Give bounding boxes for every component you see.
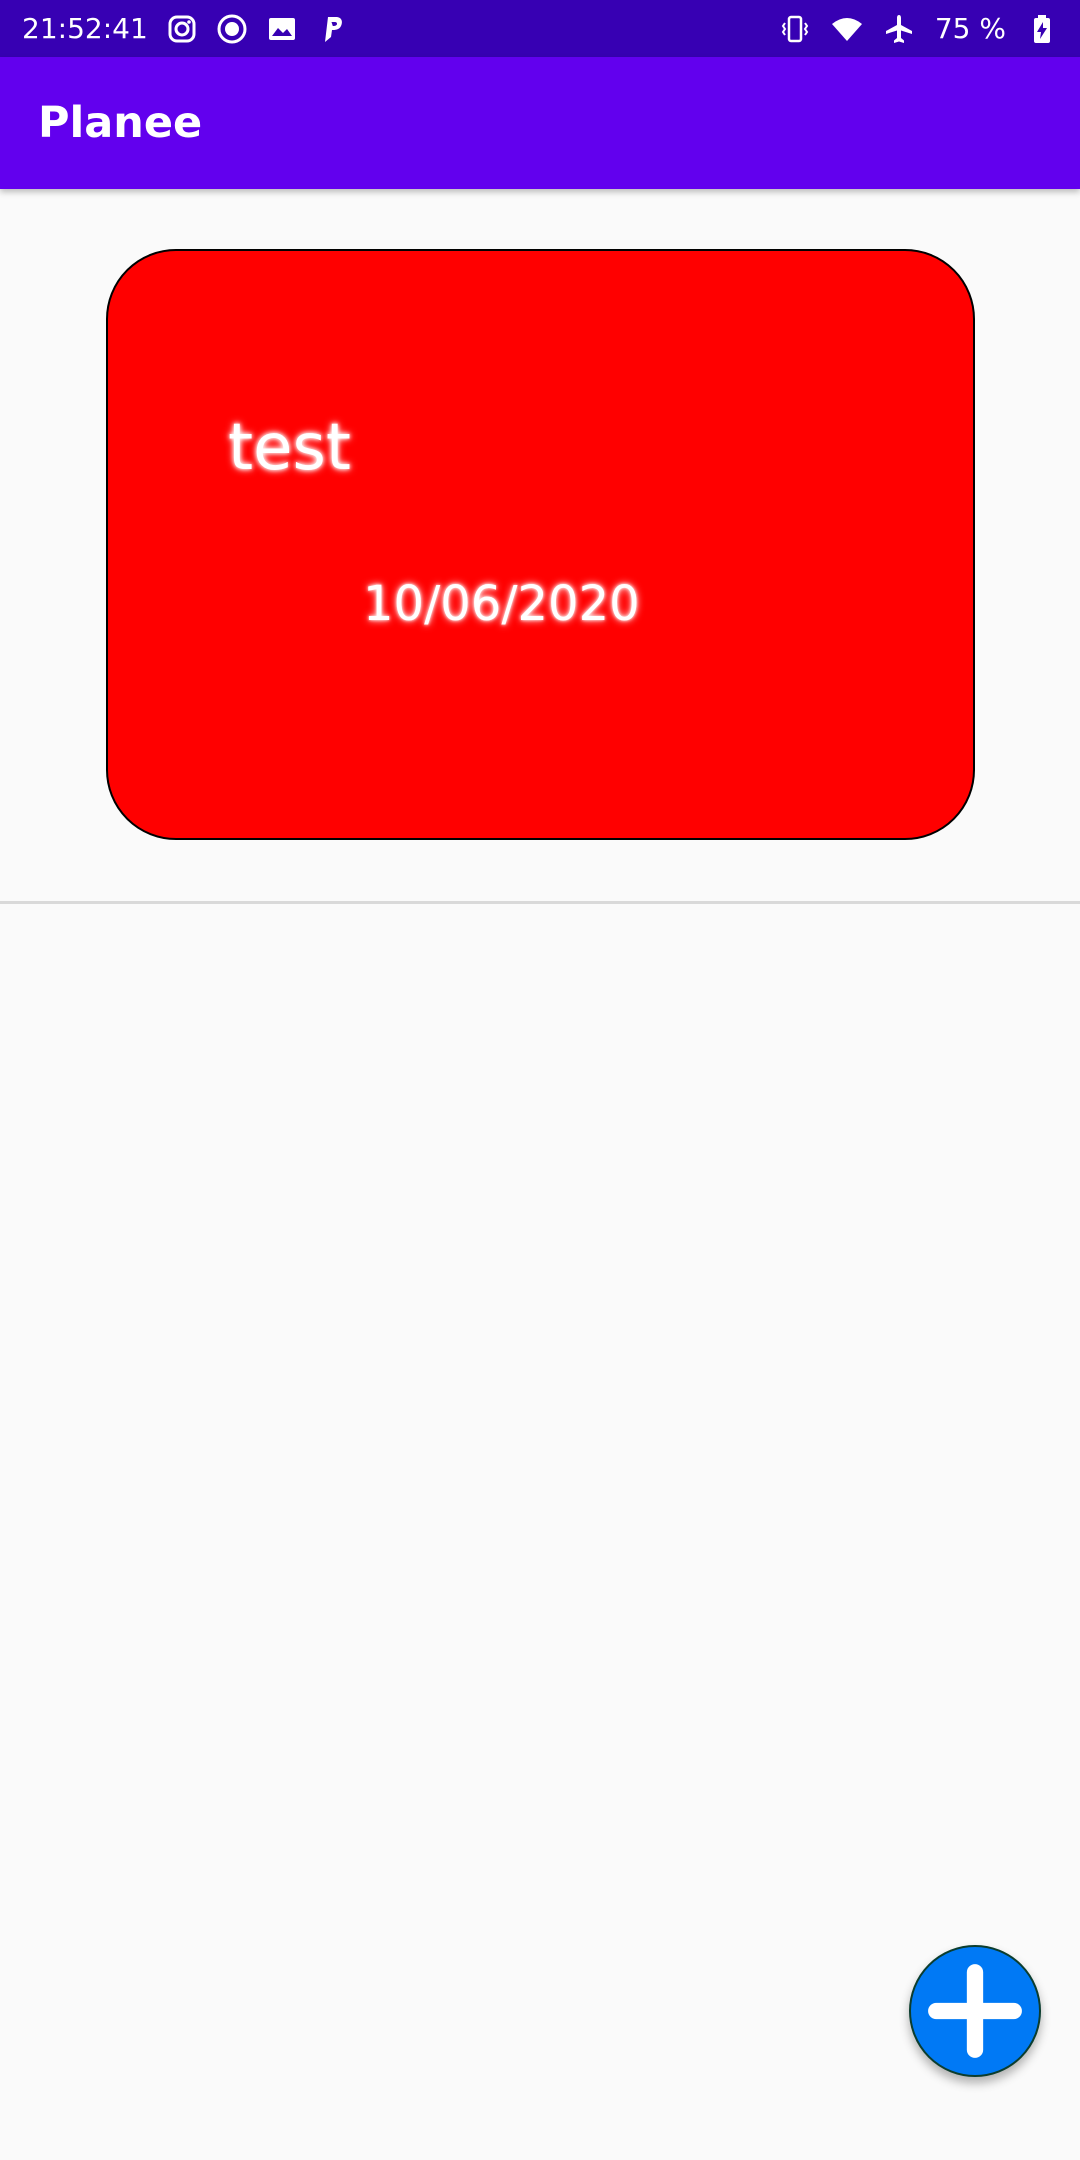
status-left: 21:52:41 [22, 12, 348, 45]
status-bar: 21:52:41 75 % [0, 0, 1080, 57]
add-event-button[interactable] [909, 1945, 1041, 2077]
app-bar: Planee [0, 57, 1080, 189]
app-title: Planee [38, 98, 203, 148]
plus-icon [928, 1964, 1022, 2058]
paypal-icon [316, 13, 348, 45]
record-icon [216, 13, 248, 45]
event-list-item[interactable]: test 10/06/2020 [0, 189, 1080, 904]
instagram-icon [166, 13, 198, 45]
event-card[interactable]: test 10/06/2020 [106, 249, 975, 840]
battery-charging-icon [1026, 13, 1058, 45]
status-right: 75 % [779, 12, 1058, 45]
vibrate-icon [779, 13, 811, 45]
event-date: 10/06/2020 [363, 576, 640, 632]
event-title: test [228, 411, 351, 485]
airplane-icon [883, 13, 915, 45]
image-icon [266, 13, 298, 45]
battery-percent: 75 % [934, 12, 1006, 45]
status-time: 21:52:41 [22, 12, 148, 45]
wifi-icon [831, 13, 863, 45]
